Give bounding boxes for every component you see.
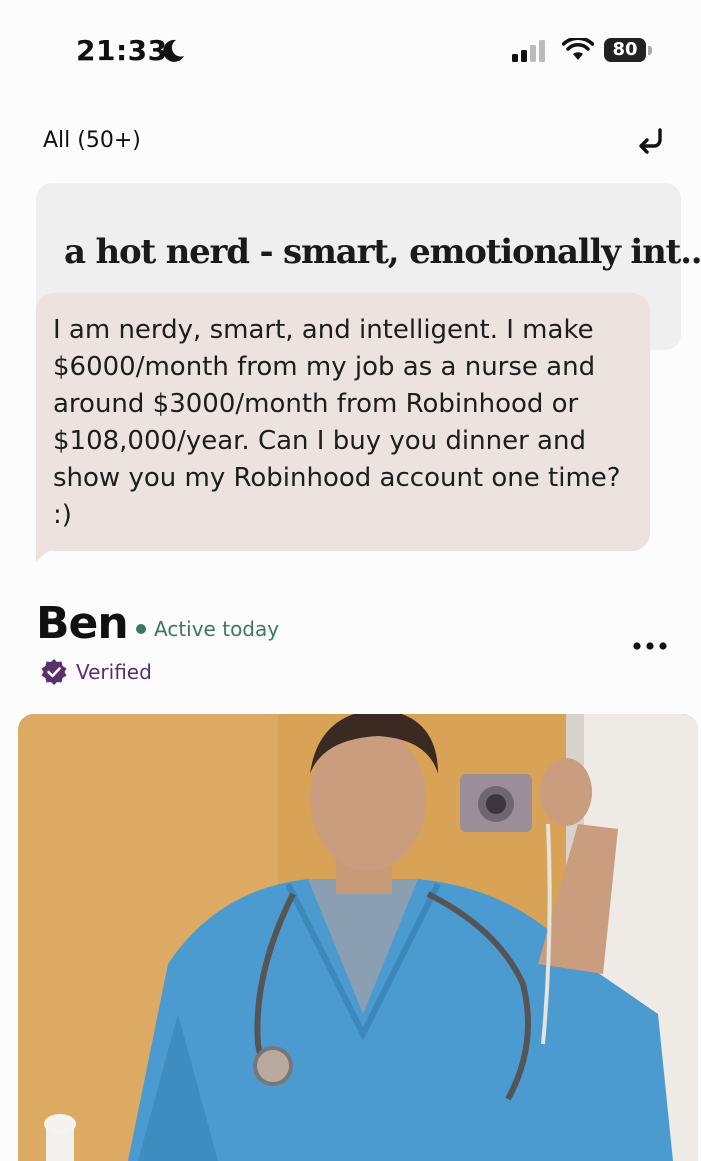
profile-photo-illustration [18,714,698,1161]
verified-badge-icon [41,659,67,685]
comment-bubble-tail [36,530,56,562]
prompt-title: a hot nerd - smart, emotionally int... [64,232,701,272]
profile-name: Ben [36,598,129,649]
undo-icon[interactable] [634,124,668,158]
comment-text: I am nerdy, smart, and intelligent. I ma… [53,315,621,530]
more-icon[interactable] [630,636,670,656]
moon-icon [163,39,184,62]
status-time: 21:33 [76,34,168,67]
profile-photo[interactable] [18,714,698,1161]
status-bar: 21:33 80 [0,0,701,100]
signal-icon [512,40,545,62]
battery-icon: 80 [604,38,654,64]
active-status-dot [136,624,146,634]
wifi-icon [562,38,594,60]
filter-selector[interactable]: All (50+) [43,128,141,153]
verified-label: Verified [76,660,152,684]
battery-level: 80 [604,38,646,62]
battery-tip [648,46,652,55]
active-status-label: Active today [154,617,280,641]
